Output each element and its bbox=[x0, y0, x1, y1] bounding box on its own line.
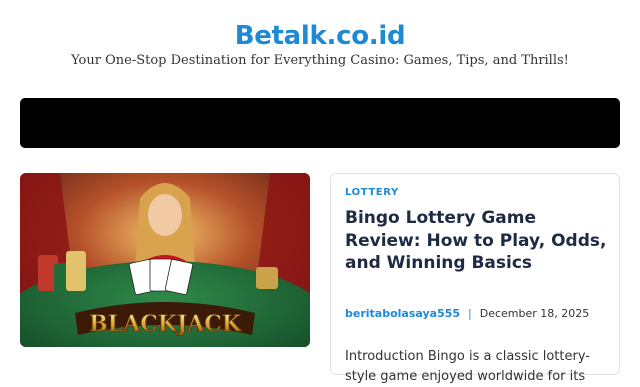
featured-image[interactable]: BLACKJACK bbox=[20, 173, 310, 347]
main-navigation-bar[interactable] bbox=[20, 98, 620, 148]
post-title-link[interactable]: Bingo Lottery Game Review: How to Play, … bbox=[345, 207, 607, 275]
site-title[interactable]: Betalk.co.id bbox=[0, 19, 640, 53]
post-meta: beritabolasaya555 | December 18, 2025 bbox=[345, 307, 589, 321]
featured-image-text: BLACKJACK bbox=[89, 311, 242, 337]
post-category-link[interactable]: LOTTERY bbox=[345, 187, 399, 198]
meta-separator: | bbox=[468, 307, 472, 320]
post-card: LOTTERY Bingo Lottery Game Review: How t… bbox=[330, 173, 620, 384]
post-excerpt: Introduction Bingo is a classic lottery-… bbox=[345, 349, 591, 384]
post-author-link[interactable]: beritabolasaya555 bbox=[345, 307, 460, 320]
site-tagline: Your One-Stop Destination for Everything… bbox=[71, 53, 569, 68]
post-date: December 18, 2025 bbox=[479, 307, 590, 320]
